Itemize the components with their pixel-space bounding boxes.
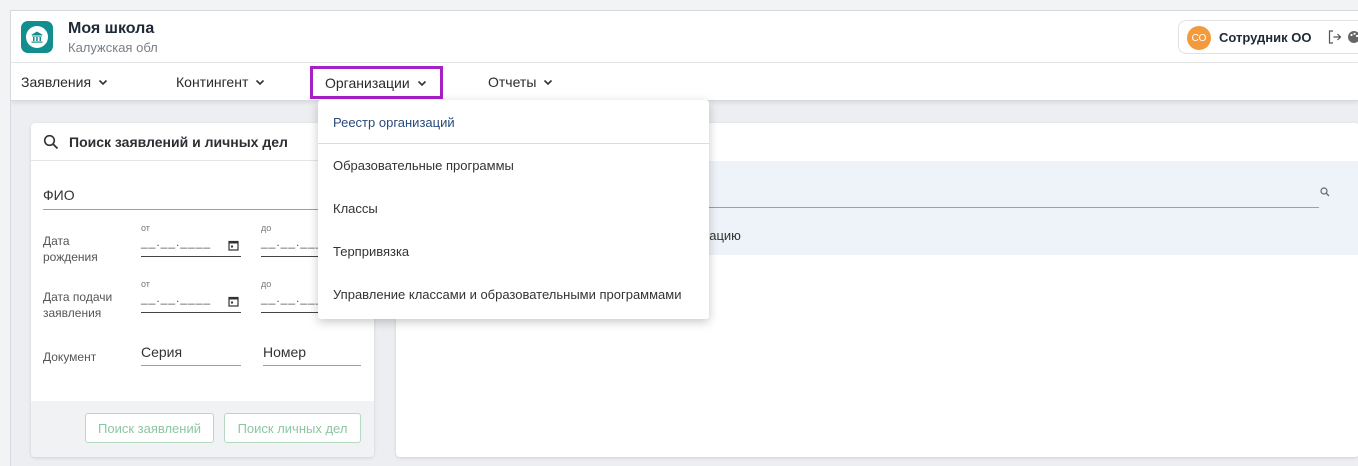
birth-date-from-input[interactable]: __.__.____ [141,235,241,257]
document-series-input[interactable]: Серия [141,344,241,366]
fio-field[interactable]: ФИО [43,187,75,203]
document-number-input[interactable]: Номер [263,344,361,366]
building-icon [26,26,48,48]
menu-item-organizations-registry[interactable]: Реестр организаций [318,101,709,143]
user-name: Сотрудник ОО [1219,30,1312,45]
palette-icon[interactable] [1347,30,1358,44]
search-personal-files-button[interactable]: Поиск личных дел [224,413,361,443]
date-placeholder: __.__.____ [141,291,212,305]
chevron-down-icon [417,80,426,86]
search-applications-button[interactable]: Поиск заявлений [85,413,214,443]
date-placeholder: __.__.____ [141,235,212,249]
search-icon[interactable] [1320,187,1330,197]
fio-underline [43,209,361,210]
document-label: Документ [43,350,97,364]
nav-contingent-label: Контингент [176,74,249,90]
search-icon [43,134,59,149]
submit-to-label: до [261,279,272,289]
search-card-footer: Поиск заявлений Поиск личных дел [31,401,374,457]
organizations-dropdown: Реестр организаций Образовательные прогр… [318,100,709,319]
birth-date-label: Дата рождения [43,234,98,264]
header: Моя школа Калужская обл СО Сотрудник ОО [11,11,1358,63]
results-search-input[interactable] [696,207,1319,208]
nav-organizations-label: Организации [325,74,410,91]
app-title: Моя школа [68,20,155,37]
menu-item-class-program-management[interactable]: Управление классами и образовательными п… [318,273,709,315]
submit-from-label: от [141,279,150,289]
nav-applications[interactable]: Заявления [21,63,109,101]
nav-reports-label: Отчеты [488,74,537,90]
menu-item-territorial-binding[interactable]: Терпривязка [318,230,709,272]
nav-contingent[interactable]: Контингент [176,63,266,101]
main-nav: Заявления Контингент Организации Отчеты [11,63,1358,101]
calendar-icon[interactable] [228,296,239,307]
school-logo[interactable] [21,21,53,53]
nav-organizations[interactable]: Организации [310,66,443,99]
user-menu[interactable]: СО Сотрудник ОО [1178,20,1358,54]
chevron-down-icon [544,79,553,86]
submit-date-label: Дата подачи заявления [43,290,113,320]
chevron-down-icon [256,79,265,86]
menu-item-classes[interactable]: Классы [318,187,709,229]
calendar-icon[interactable] [228,240,239,251]
logout-icon[interactable] [1327,29,1343,45]
menu-item-educational-programs[interactable]: Образовательные программы [318,144,709,186]
nav-applications-label: Заявления [21,74,92,90]
search-card-title: Поиск заявлений и личных дел [69,133,288,150]
app-region: Калужская обл [68,40,158,55]
avatar: СО [1187,26,1211,50]
nav-reports[interactable]: Отчеты [488,63,554,101]
app-window: Моя школа Калужская обл СО Сотрудник ОО … [10,10,1358,466]
chevron-down-icon [98,79,108,86]
birth-from-label: от [141,223,150,233]
birth-to-label: до [261,223,272,233]
submit-date-from-input[interactable]: __.__.____ [141,291,241,313]
